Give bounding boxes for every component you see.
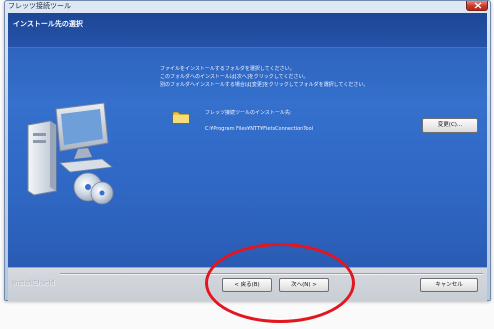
change-button[interactable]: 変更(C)... — [422, 118, 478, 133]
close-icon — [474, 2, 482, 9]
install-path-value: C:¥Program Files¥NTT¥FletsConnectionTool — [205, 126, 314, 132]
folder-icon — [172, 111, 190, 124]
instructions: ファイルをインストールするフォルダを選択してください。 このフォルダへのインスト… — [160, 65, 480, 89]
close-button[interactable] — [466, 1, 488, 11]
header-band: インストール先の選択 — [8, 13, 487, 48]
footer-bar: InstallShield < 戻る(B) 次へ(N) > キャンセル — [8, 267, 487, 301]
dialog-content: インストール先の選択 ファイルをインストールするフォルダを選択してください。 こ… — [8, 13, 487, 267]
instruction-line: ファイルをインストールするフォルダを選択してください。 — [160, 66, 295, 72]
installshield-brand: InstallShield — [13, 280, 56, 288]
instruction-line: 別のフォルダへインストールする場合は[変更]をクリックしてフォルダを選択してくだ… — [160, 82, 369, 88]
back-button[interactable]: < 戻る(B) — [222, 278, 272, 292]
page-title: インストール先の選択 — [13, 20, 83, 28]
cancel-button[interactable]: キャンセル — [420, 278, 478, 292]
title-bar[interactable]: フレッツ接続ツール — [5, 1, 490, 13]
instruction-line: このフォルダへのインストールは[次へ]をクリックしてください。 — [160, 74, 309, 80]
install-location-label: フレッツ接続ツールのインストール先: — [205, 110, 292, 116]
footer-divider — [60, 273, 483, 275]
installer-window: フレッツ接続ツール インストール先の選択 ファイルをインストールするフォルダを選… — [4, 0, 491, 301]
computer-illustration-icon — [27, 102, 114, 205]
window-title: フレッツ接続ツール — [8, 2, 71, 10]
next-button[interactable]: 次へ(N) > — [279, 278, 329, 292]
